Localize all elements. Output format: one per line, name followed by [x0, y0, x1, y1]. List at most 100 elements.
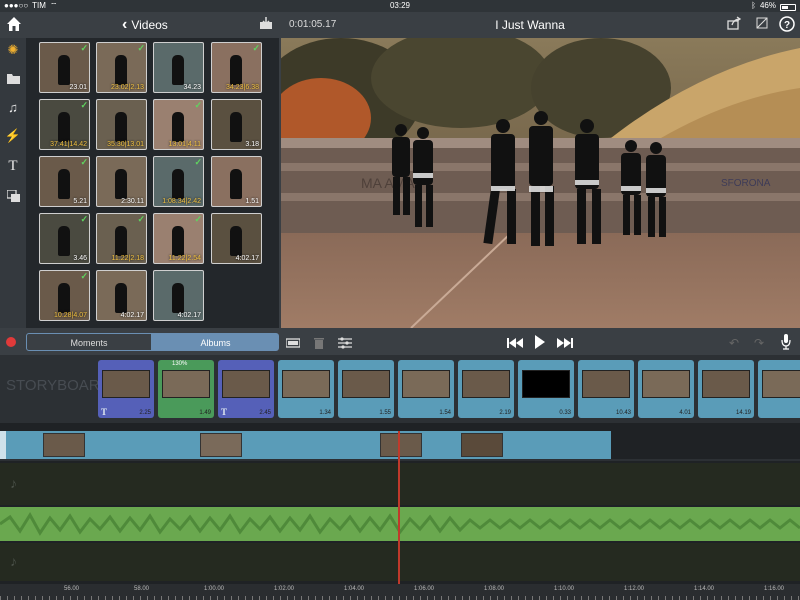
trash-icon[interactable] [314, 336, 324, 349]
media-thumbnail[interactable]: 34.23|6.38 ✓ [211, 42, 262, 93]
playhead[interactable] [398, 431, 400, 584]
undo-icon[interactable]: ↶ [729, 336, 741, 350]
storyboard-clip[interactable]: 0.33 [518, 360, 574, 418]
settings-icon[interactable] [756, 16, 768, 34]
clip-duration: 2.19 [499, 410, 511, 416]
media-thumbnail[interactable]: 23.02|2.13 ✓ [96, 42, 147, 93]
media-thumbnail[interactable]: 2:30.11 [96, 156, 147, 207]
thumbnail-image [115, 283, 127, 313]
thumbnail-duration: 4:02.17 [235, 255, 259, 262]
media-thumbnail[interactable]: 5.21 ✓ [39, 156, 90, 207]
storyboard-clip[interactable]: 14.19 [698, 360, 754, 418]
clip-duration: 2.25 [139, 410, 151, 416]
storyboard-clip[interactable]: 1.54 [398, 360, 454, 418]
clip-thumbnail [222, 370, 270, 398]
title-icon: T [221, 407, 228, 417]
media-thumbnail[interactable]: 4:02.17 [211, 213, 262, 264]
media-thumbnail[interactable]: 11.22|2.18 ✓ [96, 213, 147, 264]
thumbnail-image [58, 283, 70, 313]
audio-track-1[interactable] [0, 463, 800, 505]
storyboard-clip[interactable]: 2.45 T [218, 360, 274, 418]
thumbnail-image [230, 55, 242, 85]
clip-thumbnail [402, 370, 450, 398]
play-icon[interactable] [535, 335, 545, 349]
effects-icon[interactable]: ✺ [5, 42, 21, 58]
media-thumbnail[interactable]: 23.01 ✓ [39, 42, 90, 93]
title-icon[interactable]: T [5, 158, 21, 174]
ruler-tick-label: 1:16.00 [764, 586, 785, 592]
clip-handle[interactable] [0, 431, 6, 459]
transitions-icon[interactable]: ⚡ [5, 128, 21, 144]
media-thumbnail[interactable]: 10.28|4.07 ✓ [39, 270, 90, 321]
storyboard-clip[interactable]: 4.01 [638, 360, 694, 418]
thumbnail-image [58, 112, 70, 142]
time-ruler[interactable]: 56.00 58.00 1:00.00 1:02.00 1:04.00 1:06.00 1:… [0, 584, 800, 600]
clip-thumbnail [582, 370, 630, 398]
record-icon[interactable] [6, 337, 16, 347]
clip-duration: 14.19 [735, 410, 751, 416]
storyboard-clip[interactable]: 2.19 [458, 360, 514, 418]
video-track[interactable] [0, 431, 611, 459]
audio-clip[interactable] [0, 507, 800, 541]
storyboard-clip[interactable]: 1.49 130% [158, 360, 214, 418]
project-title[interactable]: I Just Wanna [420, 16, 640, 34]
thumbnail-duration: 34.23 [183, 84, 201, 91]
adjust-icon[interactable] [338, 336, 352, 349]
media-thumbnail[interactable]: 3.46 ✓ [39, 213, 90, 264]
thumbnail-image [58, 169, 70, 199]
thumbnail-image [172, 55, 184, 85]
media-thumbnail[interactable]: 37.41|14.42 ✓ [39, 99, 90, 150]
redo-icon[interactable]: ↷ [754, 336, 766, 350]
title-icon: T [101, 407, 108, 417]
thumbnail-image [115, 226, 127, 256]
home-icon[interactable] [6, 16, 22, 34]
thumbnail-duration: 4:02.17 [120, 312, 144, 319]
thumbnail-duration: 3.18 [245, 141, 259, 148]
thumbnail-duration: 5.21 [73, 198, 87, 205]
storyboard-clip[interactable]: 10.43 [578, 360, 634, 418]
storyboard-clip[interactable] [758, 360, 800, 418]
media-thumbnail[interactable]: 11.22|2.54 ✓ [153, 213, 204, 264]
media-thumbnail[interactable]: 3.18 [211, 99, 262, 150]
split-icon[interactable] [285, 336, 301, 348]
help-icon[interactable]: ? [779, 16, 795, 34]
storyboard-watermark: STORYBOARD [6, 377, 111, 394]
ruler-tick-label: 1:14.00 [694, 586, 715, 592]
media-thumbnail[interactable]: 1:08.34|2.42 ✓ [153, 156, 204, 207]
share-icon[interactable] [727, 16, 742, 34]
storyboard-clip[interactable]: 2.25 T [98, 360, 154, 418]
storyboard-clip[interactable]: 1.55 [338, 360, 394, 418]
audio-track-2[interactable] [0, 543, 800, 581]
battery-icon [780, 3, 796, 11]
skip-back-icon[interactable] [507, 336, 523, 348]
tab-albums[interactable]: Albums [152, 333, 279, 351]
timeline[interactable]: ♪ ♪ [0, 423, 800, 600]
thumbnail-image [58, 226, 70, 256]
thumbnail-duration: 37.41|14.42 [50, 141, 87, 148]
folder-icon[interactable] [5, 70, 21, 86]
thumbnail-duration: 1.51 [245, 198, 259, 205]
music-icon[interactable]: ♫ [5, 99, 21, 115]
thumbnail-duration: 23.01 [69, 84, 87, 91]
video-preview[interactable]: MA AMA SFORONA [281, 38, 800, 328]
import-icon[interactable] [259, 16, 273, 34]
track-thumb [380, 433, 422, 457]
skip-forward-icon[interactable] [557, 336, 573, 348]
storyboard-clip[interactable]: 1.34 [278, 360, 334, 418]
media-thumbnail[interactable]: 13.01|4.11 ✓ [153, 99, 204, 150]
thumbnail-duration: 1:08.34|2.42 [162, 198, 201, 205]
back-label: Videos [131, 18, 168, 32]
pip-icon[interactable] [5, 188, 21, 204]
control-bar: Moments Albums ↶ ↷ [0, 329, 800, 355]
tab-moments[interactable]: Moments [26, 333, 152, 351]
media-thumbnail[interactable]: 35.30|13.01 [96, 99, 147, 150]
back-button[interactable]: ‹ Videos [122, 16, 168, 34]
thumbnail-image [115, 55, 127, 85]
thumbnail-duration: 23.02|2.13 [111, 84, 144, 91]
media-thumbnail[interactable]: 34.23 [153, 42, 204, 93]
media-thumbnail[interactable]: 1.51 [211, 156, 262, 207]
ruler-tick-label: 58.00 [134, 586, 150, 592]
media-thumbnail[interactable]: 4:02.17 [96, 270, 147, 321]
microphone-icon[interactable] [781, 334, 791, 350]
media-thumbnail[interactable]: 4:02.17 [153, 270, 204, 321]
